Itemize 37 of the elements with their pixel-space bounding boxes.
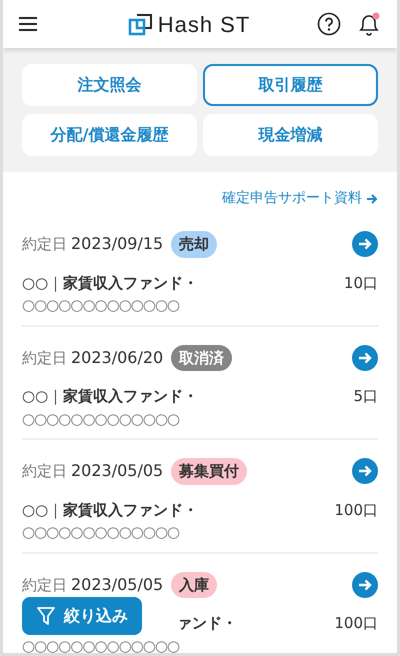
fund-name: ○○｜家賃収入ファンド・ [22, 386, 198, 407]
unit-count: 5口 [353, 386, 378, 407]
fund-name: ○○｜家賃収入ファンド・ [22, 500, 198, 521]
trade-date: 2023/06/20 [71, 346, 164, 369]
fund-name: ァンド・ [177, 613, 237, 634]
filter-button[interactable]: 絞り込み [22, 597, 142, 635]
help-icon[interactable] [317, 12, 341, 36]
status-badge: 入庫 [171, 572, 218, 598]
status-badge: 売却 [171, 231, 218, 258]
fund-name-line: ○○○○○○○○○○○○○ [22, 636, 180, 653]
date-label: 約定日 [22, 574, 67, 596]
bell-icon[interactable] [357, 11, 381, 37]
arrow-icon [366, 192, 378, 204]
status-badge: 募集買付 [171, 458, 248, 484]
fund-name-line: ○○○○○○○○○○○○○ [22, 408, 180, 430]
fund-name: ○○｜家賃収入ファンド・ [22, 272, 198, 294]
logo-text: Hash ST [158, 10, 250, 38]
unit-count: 100口 [334, 500, 378, 520]
fund-name-line: ○○○○○○○○○○○○○ [22, 295, 180, 316]
unit-count: 10口 [344, 272, 378, 294]
tab[interactable]: 取引履歴 [203, 64, 378, 106]
tab[interactable]: 現金増減 [203, 114, 378, 156]
tab[interactable]: 注文照会 [22, 64, 197, 106]
date-label: 約定日 [22, 234, 67, 255]
tab[interactable]: 分配/償還金履歴 [22, 114, 197, 156]
trade-date: 2023/05/05 [71, 460, 164, 482]
unit-count: 100口 [334, 613, 378, 634]
date-label: 約定日 [22, 461, 67, 482]
date-label: 約定日 [22, 348, 67, 368]
trade-date: 2023/05/05 [71, 574, 164, 596]
menu-icon[interactable] [19, 17, 37, 31]
filter-icon [36, 606, 56, 626]
status-badge: 取消済 [171, 344, 232, 371]
trade-date: 2023/09/15 [71, 233, 164, 256]
tax-support-link[interactable]: 確定申告サポート資料 [222, 188, 378, 209]
fund-name-line: ○○○○○○○○○○○○○ [22, 522, 180, 543]
logo-icon [128, 11, 154, 37]
